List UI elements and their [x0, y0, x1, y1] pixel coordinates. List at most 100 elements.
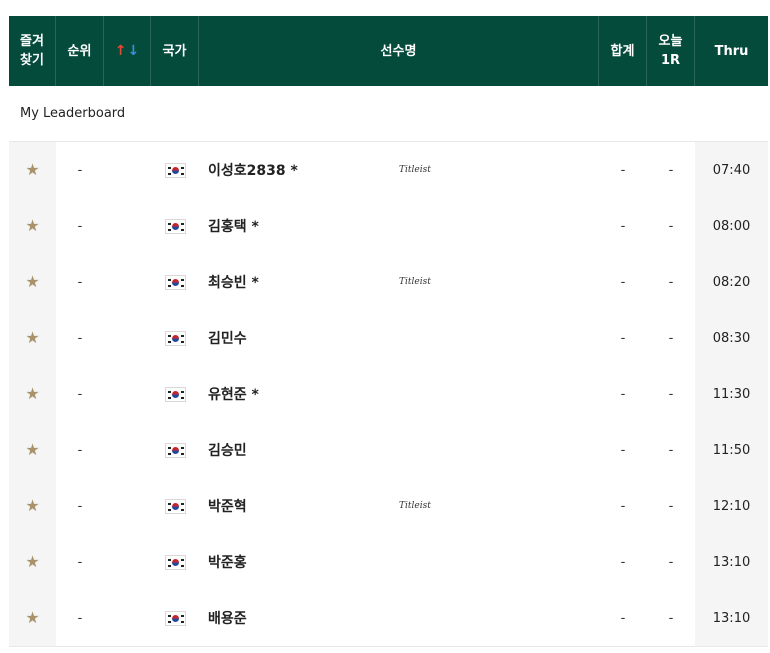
header-rank[interactable]: 순위	[56, 16, 104, 86]
thru-cell: 08:00	[695, 198, 768, 254]
header-favorite: 즐겨찾기	[9, 16, 56, 86]
player-name[interactable]: 김승민	[199, 440, 399, 460]
country-cell	[151, 386, 199, 402]
korea-flag-icon	[164, 554, 186, 570]
star-icon[interactable]: ★	[25, 162, 39, 178]
favorite-cell: ★	[9, 478, 56, 534]
sponsor-logo: Titleist	[399, 501, 431, 511]
table-row[interactable]: ★ - 김민수 - - 08:30	[9, 310, 768, 366]
country-cell	[151, 218, 199, 234]
star-icon[interactable]: ★	[25, 442, 39, 458]
sponsor-logo: Titleist	[399, 277, 431, 287]
table-row[interactable]: ★ - 김승민 - - 11:50	[9, 422, 768, 478]
header-favorite-line2: 찾기	[20, 53, 44, 68]
total-cell: -	[620, 610, 626, 626]
country-cell	[151, 330, 199, 346]
player-name[interactable]: 유현준 *	[199, 384, 399, 404]
today-cell: -	[668, 386, 674, 402]
today-cell: -	[668, 330, 674, 346]
country-cell	[151, 610, 199, 626]
star-icon[interactable]: ★	[25, 330, 39, 346]
thru-cell: 11:30	[695, 366, 768, 422]
player-name[interactable]: 김홍택 *	[199, 216, 399, 236]
rank-cell: -	[77, 218, 83, 234]
total-cell: -	[620, 162, 626, 178]
player-name[interactable]: 이성호2838 *	[199, 160, 399, 180]
rank-cell: -	[77, 330, 83, 346]
total-cell: -	[620, 554, 626, 570]
korea-flag-icon	[164, 330, 186, 346]
table-row[interactable]: ★ - 박준홍 - - 13:10	[9, 534, 768, 590]
player-name[interactable]: 김민수	[199, 328, 399, 348]
star-icon[interactable]: ★	[25, 498, 39, 514]
korea-flag-icon	[164, 610, 186, 626]
total-cell: -	[620, 274, 626, 290]
player-name[interactable]: 박준혁	[199, 496, 399, 516]
header-today[interactable]: 오늘 1R	[647, 16, 695, 86]
header-total[interactable]: 합계	[599, 16, 647, 86]
header-movement[interactable]: ↑ ↓	[104, 16, 151, 86]
favorite-cell: ★	[9, 142, 56, 198]
section-title: My Leaderboard	[20, 106, 126, 121]
star-icon[interactable]: ★	[25, 386, 39, 402]
my-leaderboard-section: My Leaderboard	[9, 86, 768, 142]
korea-flag-icon	[164, 162, 186, 178]
favorite-cell: ★	[9, 422, 56, 478]
thru-cell: 07:40	[695, 142, 768, 198]
country-cell	[151, 498, 199, 514]
sort-arrows-icon[interactable]: ↑ ↓	[115, 42, 139, 61]
rank-cell: -	[77, 162, 83, 178]
table-bottom-border	[9, 646, 768, 647]
player-name[interactable]: 박준홍	[199, 552, 399, 572]
header-favorite-line1: 즐겨	[20, 34, 44, 49]
header-thru[interactable]: Thru	[695, 16, 768, 86]
player-name[interactable]: 배용준	[199, 608, 399, 628]
rank-cell: -	[77, 442, 83, 458]
rank-cell: -	[77, 386, 83, 402]
table-row[interactable]: ★ - 이성호2838 * Titleist - - 07:40	[9, 142, 768, 198]
star-icon[interactable]: ★	[25, 554, 39, 570]
today-cell: -	[668, 162, 674, 178]
thru-cell: 08:30	[695, 310, 768, 366]
sponsor-logo: Titleist	[399, 165, 431, 175]
table-row[interactable]: ★ - 최승빈 * Titleist - - 08:20	[9, 254, 768, 310]
star-icon[interactable]: ★	[25, 218, 39, 234]
total-cell: -	[620, 386, 626, 402]
today-cell: -	[668, 274, 674, 290]
header-today-line2: 1R	[660, 53, 681, 68]
leaderboard-header: 즐겨찾기 순위 ↑ ↓ 국가 선수명 합계 오늘 1R Thru	[9, 16, 768, 86]
favorite-cell: ★	[9, 366, 56, 422]
thru-cell: 13:10	[695, 534, 768, 590]
thru-cell: 13:10	[695, 590, 768, 646]
korea-flag-icon	[164, 386, 186, 402]
korea-flag-icon	[164, 218, 186, 234]
header-player[interactable]: 선수명	[199, 16, 599, 86]
korea-flag-icon	[164, 274, 186, 290]
table-row[interactable]: ★ - 김홍택 * - - 08:00	[9, 198, 768, 254]
favorite-cell: ★	[9, 534, 56, 590]
leaderboard: 즐겨찾기 순위 ↑ ↓ 국가 선수명 합계 오늘 1R Thru My Leader…	[0, 0, 770, 653]
today-cell: -	[668, 610, 674, 626]
total-cell: -	[620, 330, 626, 346]
table-row[interactable]: ★ - 박준혁 Titleist - - 12:10	[9, 478, 768, 534]
star-icon[interactable]: ★	[25, 610, 39, 626]
player-name[interactable]: 최승빈 *	[199, 272, 399, 292]
table-row[interactable]: ★ - 배용준 - - 13:10	[9, 590, 768, 646]
favorite-cell: ★	[9, 590, 56, 646]
table-row[interactable]: ★ - 유현준 * - - 11:30	[9, 366, 768, 422]
header-country[interactable]: 국가	[151, 16, 199, 86]
star-icon[interactable]: ★	[25, 274, 39, 290]
rank-cell: -	[77, 554, 83, 570]
total-cell: -	[620, 218, 626, 234]
header-today-line1: 오늘	[658, 34, 683, 49]
today-cell: -	[668, 498, 674, 514]
thru-cell: 12:10	[695, 478, 768, 534]
thru-cell: 08:20	[695, 254, 768, 310]
korea-flag-icon	[164, 498, 186, 514]
rank-cell: -	[77, 610, 83, 626]
total-cell: -	[620, 498, 626, 514]
today-cell: -	[668, 218, 674, 234]
today-cell: -	[668, 554, 674, 570]
today-cell: -	[668, 442, 674, 458]
country-cell	[151, 442, 199, 458]
